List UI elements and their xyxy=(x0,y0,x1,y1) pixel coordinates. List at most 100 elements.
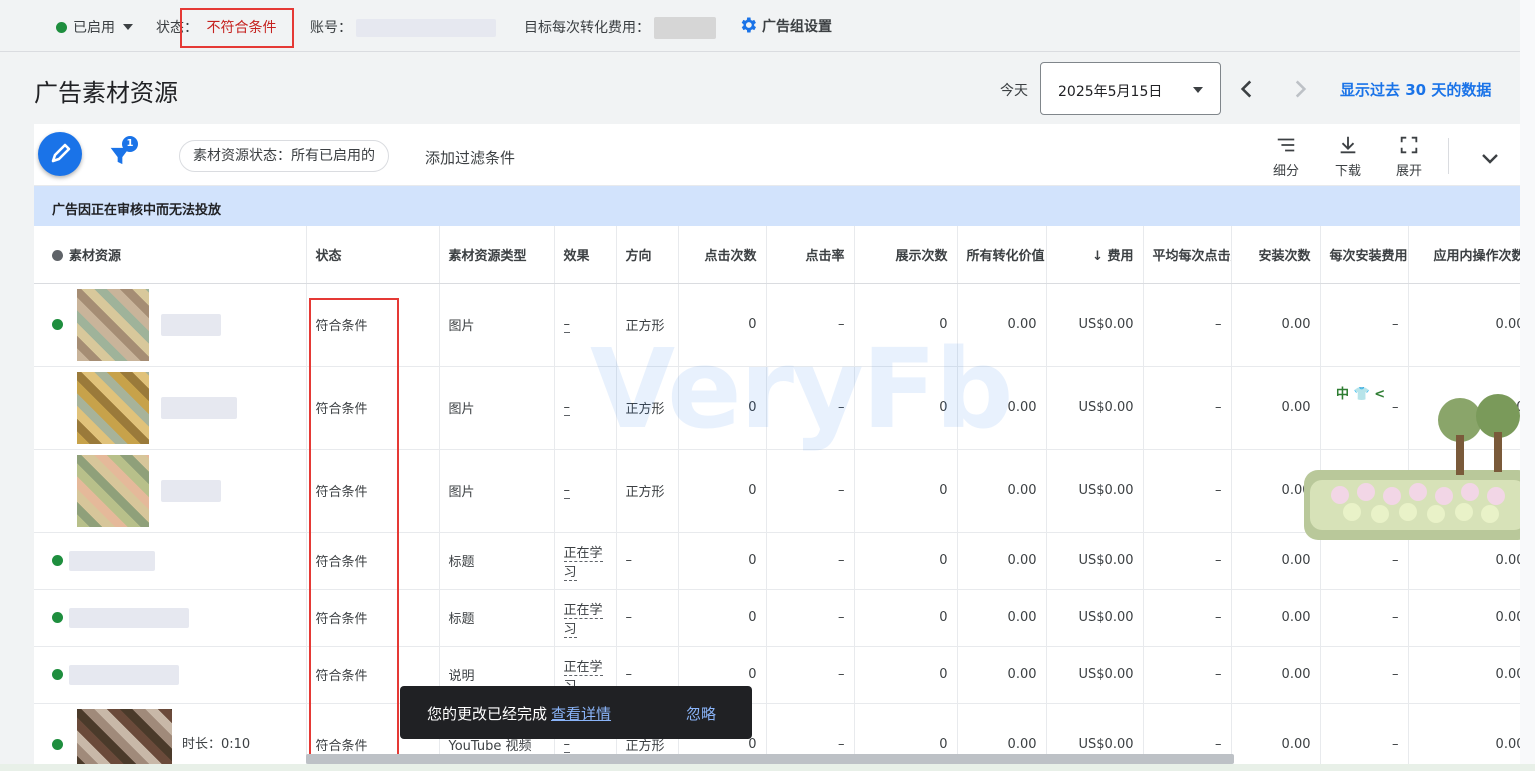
table-row[interactable]: 符合条件 说明 正在学习 – 0 – 0 0.00 US$0.00 – 0.00… xyxy=(34,646,1520,704)
performance-cell: – xyxy=(554,283,617,367)
type-cell: 标题 xyxy=(439,589,555,647)
installs-cell: 0.00 xyxy=(1231,283,1321,367)
asset-status-filter-chip[interactable]: 素材资源状态：所有已启用的 xyxy=(179,140,389,172)
ctr-cell: – xyxy=(766,366,855,450)
show-30-days-link[interactable]: 显示过去 30 天的数据 xyxy=(1340,79,1491,100)
chevron-down-icon[interactable] xyxy=(1478,146,1502,170)
impressions-cell: 0 xyxy=(854,589,958,647)
cost-cell: US$0.00 xyxy=(1046,589,1144,647)
col-header-orientation[interactable]: 方向 xyxy=(616,226,679,284)
clicks-cell: 0 xyxy=(678,449,767,533)
conv-value-cell: 0.00 xyxy=(957,449,1047,533)
target-cpa-redacted xyxy=(654,17,717,39)
performance-value[interactable]: 正在学习 xyxy=(563,602,603,638)
performance-value[interactable]: – xyxy=(563,483,570,499)
asset-cell[interactable] xyxy=(34,532,307,590)
status-column-highlight-box xyxy=(309,298,399,758)
expand-button[interactable]: 展开 xyxy=(1389,134,1429,179)
performance-value[interactable]: – xyxy=(563,400,570,416)
type-cell: 图片 xyxy=(439,449,555,533)
clicks-cell: 0 xyxy=(678,366,767,450)
cost-cell: US$0.00 xyxy=(1046,646,1144,704)
assets-table: 素材资源 状态 素材资源类型 效果 方向 点击次数 点击率 展示次数 所有转化价… xyxy=(34,226,1520,764)
table-row[interactable]: 符合条件 图片 – 正方形 0 – 0 0.00 US$0.00 – 0.00 … xyxy=(34,283,1520,367)
clicks-cell: 0 xyxy=(678,532,767,590)
adgroup-settings-link[interactable]: 广告组设置 xyxy=(738,15,832,36)
col-header-cpi[interactable]: 每次安装费用 xyxy=(1320,226,1409,284)
col-header-asset[interactable]: 素材资源 xyxy=(34,226,307,284)
col-header-performance[interactable]: 效果 xyxy=(554,226,617,284)
chevron-left-icon[interactable] xyxy=(1234,76,1260,102)
in-app-actions-cell: 0.00 xyxy=(1408,283,1520,367)
impressions-cell: 0 xyxy=(854,283,958,367)
segment-button[interactable]: 细分 xyxy=(1266,134,1306,179)
edit-button[interactable] xyxy=(38,132,82,176)
download-button[interactable]: 下载 xyxy=(1328,134,1368,179)
table-row[interactable]: 符合条件 图片 – 正方形 0 – 0 0.00 US$0.00 – 0.00 … xyxy=(34,366,1520,450)
conv-value-cell: 0.00 xyxy=(957,283,1047,367)
target-cpa-label: 目标每次转化费用： xyxy=(524,20,650,36)
table-header-row: 素材资源 状态 素材资源类型 效果 方向 点击次数 点击率 展示次数 所有转化价… xyxy=(34,226,1520,284)
add-filter-button[interactable]: 添加过滤条件 xyxy=(425,147,515,168)
performance-cell: – xyxy=(554,449,617,533)
video-duration: 时长：0:10 xyxy=(182,737,251,752)
impressions-cell: 0 xyxy=(854,366,958,450)
col-header-status[interactable]: 状态 xyxy=(306,226,440,284)
date-range-select[interactable]: 2025年5月15日 xyxy=(1040,62,1221,115)
col-header-clicks[interactable]: 点击次数 xyxy=(678,226,767,284)
table-toolbar: 1 素材资源状态：所有已启用的 添加过滤条件 细分 下载 展开 xyxy=(34,124,1520,186)
enabled-dot-icon xyxy=(52,669,63,680)
image-thumbnail[interactable] xyxy=(77,371,149,444)
image-thumbnail[interactable] xyxy=(77,288,149,361)
bottom-strip xyxy=(0,764,1535,771)
table-row[interactable]: 符合条件 标题 正在学习 – 0 – 0 0.00 US$0.00 – 0.00… xyxy=(34,532,1520,590)
col-header-asset-type[interactable]: 素材资源类型 xyxy=(439,226,555,284)
vertical-scrollbar[interactable] xyxy=(1520,0,1535,764)
video-thumbnail[interactable] xyxy=(77,708,172,764)
assets-table-card: 1 素材资源状态：所有已启用的 添加过滤条件 细分 下载 展开 广告因正在审核中… xyxy=(34,124,1520,764)
asset-cell[interactable] xyxy=(34,366,307,450)
performance-cell: – xyxy=(554,366,617,450)
col-header-cost[interactable]: ↓ 费用 xyxy=(1046,226,1144,284)
cost-cell: US$0.00 xyxy=(1046,449,1144,533)
desktop-pet-decoration: 中 👕 < xyxy=(1304,386,1532,540)
enabled-dot-icon xyxy=(52,319,63,330)
table-row[interactable]: 符合条件 图片 – 正方形 0 – 0 0.00 US$0.00 – 0.00 … xyxy=(34,449,1520,533)
filter-count-badge: 1 xyxy=(122,136,138,152)
performance-value[interactable]: – xyxy=(563,737,570,753)
table-row[interactable]: 符合条件 标题 正在学习 – 0 – 0 0.00 US$0.00 – 0.00… xyxy=(34,589,1520,647)
avg-cpc-cell: – xyxy=(1143,589,1232,647)
view-details-link[interactable]: 查看详情 xyxy=(551,705,611,723)
in-app-actions-cell: 0.00 xyxy=(1408,703,1520,764)
pencil-icon xyxy=(51,143,71,163)
horizontal-scrollbar[interactable] xyxy=(306,754,1234,764)
toast-message: 您的更改已经完成 查看详情 xyxy=(427,705,612,723)
asset-cell[interactable] xyxy=(34,449,307,533)
asset-text-redacted xyxy=(69,664,179,685)
caret-down-icon xyxy=(123,24,133,30)
performance-value[interactable]: – xyxy=(563,317,570,333)
enabled-status-dropdown[interactable]: 已启用 xyxy=(56,17,133,37)
ctr-cell: – xyxy=(766,646,855,704)
type-cell: 图片 xyxy=(439,283,555,367)
performance-value[interactable]: 正在学习 xyxy=(563,545,603,581)
changes-done-toast: 您的更改已经完成 查看详情 忽略 xyxy=(400,686,752,739)
dismiss-button[interactable]: 忽略 xyxy=(686,703,716,724)
asset-cell[interactable]: 时长：0:10 xyxy=(34,703,307,764)
col-header-impressions[interactable]: 展示次数 xyxy=(854,226,958,284)
asset-cell[interactable] xyxy=(34,589,307,647)
asset-cell[interactable] xyxy=(34,646,307,704)
asset-cell[interactable] xyxy=(34,283,307,367)
asset-name-redacted xyxy=(161,313,221,336)
col-header-ctr[interactable]: 点击率 xyxy=(766,226,855,284)
col-header-installs[interactable]: 安装次数 xyxy=(1231,226,1321,284)
col-header-conv-value[interactable]: 所有转化价值 xyxy=(957,226,1047,284)
enabled-dot-icon xyxy=(52,612,63,623)
col-header-avg-cpc[interactable]: 平均每次点击费用 xyxy=(1143,226,1232,284)
installs-cell: 0.00 xyxy=(1231,646,1321,704)
target-cpa-field: 目标每次转化费用： xyxy=(524,17,717,39)
col-header-in-app-actions[interactable]: 应用内操作次数 xyxy=(1408,226,1520,284)
chevron-right-icon[interactable] xyxy=(1287,76,1313,102)
asset-name-redacted xyxy=(161,396,237,419)
image-thumbnail[interactable] xyxy=(77,454,149,527)
